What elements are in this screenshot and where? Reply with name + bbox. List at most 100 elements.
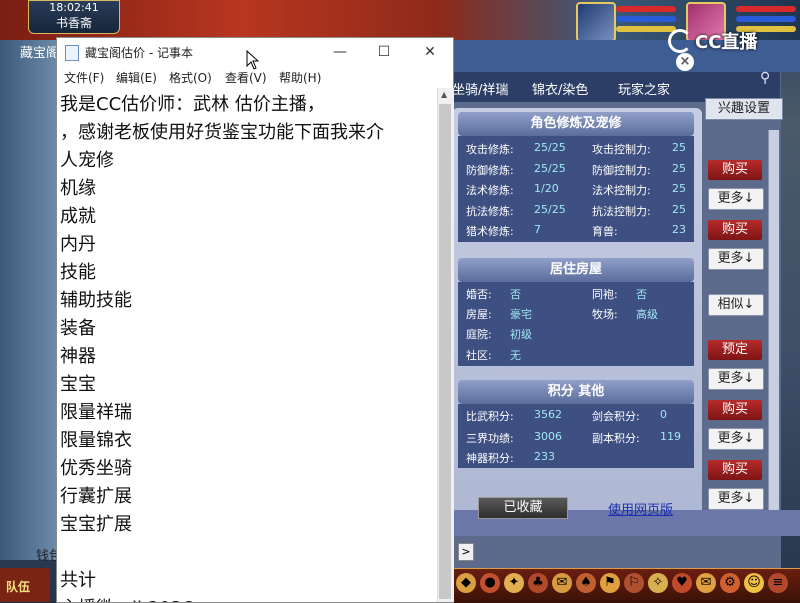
- cell-value: 3006: [534, 430, 562, 443]
- text-line: 主播微：jl 2036: [60, 594, 194, 602]
- close-icon[interactable]: ×: [676, 53, 694, 71]
- more-button[interactable]: 更多↓: [708, 368, 764, 390]
- text-line: 我是CC估价师：武林 估价主播，: [60, 94, 325, 115]
- player-mp-bar: [616, 16, 676, 22]
- cbg-scrollbar[interactable]: [768, 130, 779, 510]
- cell-label: 庭院:: [466, 328, 492, 341]
- pager-next-icon[interactable]: >: [458, 543, 474, 561]
- section-housing-body: [458, 282, 694, 366]
- cell-label: 育兽:: [592, 225, 618, 238]
- game-location: 书香斋: [55, 16, 92, 30]
- cc-logo-text: CC直播: [695, 32, 758, 53]
- use-web-version-link[interactable]: 使用网页版: [608, 499, 673, 518]
- collected-button[interactable]: 已收藏: [478, 497, 568, 519]
- buy-button[interactable]: 购买: [708, 460, 762, 480]
- cell-value: 25/25: [534, 141, 566, 154]
- cell-label: 猎术修炼:: [466, 225, 514, 238]
- menu-icon[interactable]: ≡: [768, 573, 788, 593]
- text-line: 人宠修: [60, 150, 114, 171]
- cell-label: 抗法控制力:: [592, 205, 651, 218]
- close-icon[interactable]: ✕: [415, 41, 445, 63]
- tab-mount[interactable]: 坐骑/祥瑞: [452, 79, 508, 98]
- text-line: ，感谢老板使用好货鉴宝功能下面我来介: [60, 122, 384, 143]
- cell-value: 无: [510, 349, 521, 362]
- menu-file[interactable]: 文件(F): [64, 69, 104, 86]
- cell-label: 法术控制力:: [592, 184, 651, 197]
- text-line: 内丹: [60, 234, 96, 255]
- more-button[interactable]: 更多↓: [708, 248, 764, 270]
- notepad-text-area[interactable]: 我是CC估价师：武林 估价主播， ，感谢老板使用好货鉴宝功能下面我来介 人宠修 …: [57, 88, 437, 602]
- buy-button[interactable]: 购买: [708, 400, 762, 420]
- system-icon[interactable]: ⚙: [720, 573, 740, 593]
- cell-value: 25: [672, 203, 686, 216]
- menu-help[interactable]: 帮助(H): [279, 69, 321, 86]
- team-icon[interactable]: ♣: [528, 573, 548, 593]
- cell-value: 25: [672, 141, 686, 154]
- maximize-icon[interactable]: ☐: [369, 41, 399, 63]
- friend-icon[interactable]: ♥: [672, 573, 692, 593]
- cbg-window-title: 藏宝阁: [20, 46, 60, 61]
- more-button[interactable]: 更多↓: [708, 488, 764, 510]
- interest-settings-button[interactable]: 兴趣设置: [705, 98, 783, 120]
- menu-format[interactable]: 格式(O): [169, 69, 212, 86]
- search-icon[interactable]: ⚲: [760, 70, 778, 88]
- cell-value: 初级: [510, 328, 532, 341]
- mail-icon[interactable]: ✉: [696, 573, 716, 593]
- player-avatar[interactable]: [576, 2, 616, 42]
- bag-icon[interactable]: ◆: [456, 573, 476, 593]
- minimize-icon[interactable]: —: [325, 41, 355, 63]
- cell-value: 豪宅: [510, 308, 532, 321]
- trade-icon[interactable]: ⚑: [600, 573, 620, 593]
- text-line: 限量祥瑞: [60, 402, 132, 423]
- more-button[interactable]: 更多↓: [708, 188, 764, 210]
- buy-button[interactable]: 购买: [708, 160, 762, 180]
- pet-icon[interactable]: ♠: [576, 573, 596, 593]
- skill-icon[interactable]: ✦: [504, 573, 524, 593]
- similar-button[interactable]: 相似↓: [708, 294, 764, 316]
- map-icon[interactable]: ✧: [648, 573, 668, 593]
- cell-label: 三界功绩:: [466, 432, 514, 445]
- notepad-scroll-thumb[interactable]: [439, 104, 451, 599]
- cell-value: 否: [636, 288, 647, 301]
- menu-view[interactable]: 查看(V): [225, 69, 267, 86]
- clock-box: 18:02:41 书香斋: [28, 0, 120, 34]
- cc-logo-icon: [668, 29, 692, 53]
- cell-value: 25/25: [534, 162, 566, 175]
- cell-label: 防御控制力:: [592, 164, 651, 177]
- cell-value: 高级: [636, 308, 658, 321]
- buy-button[interactable]: 购买: [708, 220, 762, 240]
- pet-mp-bar: [736, 16, 796, 22]
- cell-label: 同袍:: [592, 288, 618, 301]
- cell-label: 攻击修炼:: [466, 143, 514, 156]
- player-hp-bar: [616, 6, 676, 12]
- item-icon[interactable]: ●: [480, 573, 500, 593]
- cell-label: 神器积分:: [466, 452, 514, 465]
- reserve-button[interactable]: 预定: [708, 340, 762, 360]
- cell-value: 25: [672, 162, 686, 175]
- team-button[interactable]: 队伍: [6, 578, 30, 595]
- section-points-title: 积分 其他: [458, 380, 694, 404]
- emote-icon[interactable]: ☺: [744, 573, 764, 593]
- cell-value: 3562: [534, 408, 562, 421]
- menu-edit[interactable]: 编辑(E): [116, 69, 157, 86]
- text-line: 装备: [60, 318, 96, 339]
- game-window-left-strip: [0, 40, 58, 560]
- mouse-cursor-icon: [246, 50, 260, 70]
- tab-home[interactable]: 玩家之家: [618, 79, 670, 98]
- guild-icon[interactable]: ⚐: [624, 573, 644, 593]
- cell-value: 233: [534, 450, 555, 463]
- cell-label: 剑会积分:: [592, 410, 640, 423]
- text-line: 辅助技能: [60, 290, 132, 311]
- cell-label: 社区:: [466, 349, 492, 362]
- more-button[interactable]: 更多↓: [708, 428, 764, 450]
- tab-costume[interactable]: 锦衣/染色: [532, 79, 588, 98]
- text-line: 优秀坐骑: [60, 458, 132, 479]
- cell-label: 法术修炼:: [466, 184, 514, 197]
- text-line: 宝宝: [60, 374, 96, 395]
- quest-icon[interactable]: ✉: [552, 573, 572, 593]
- scroll-up-icon[interactable]: ▲: [441, 90, 447, 99]
- player-exp-bar: [616, 26, 676, 32]
- cell-value: 25: [672, 182, 686, 195]
- pet-hp-bar: [736, 6, 796, 12]
- cell-label: 攻击控制力:: [592, 143, 651, 156]
